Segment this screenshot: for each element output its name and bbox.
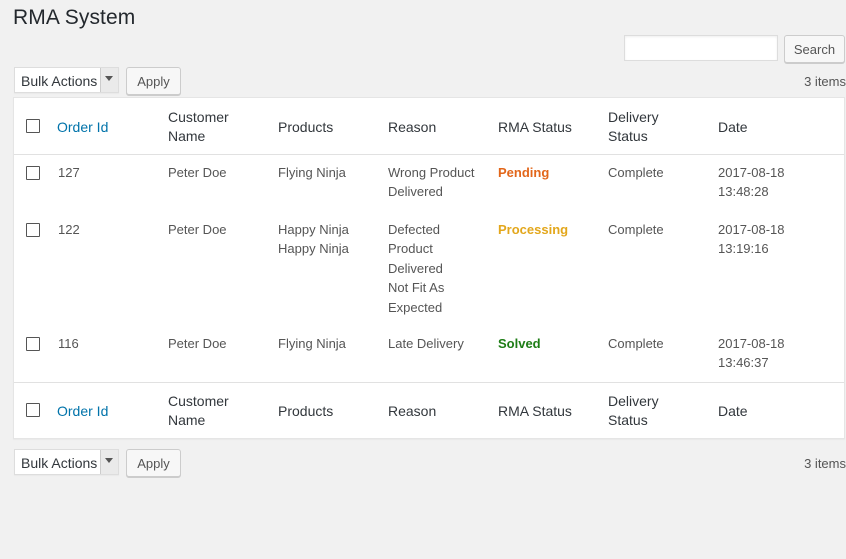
- column-date: Date: [718, 403, 748, 419]
- reason-line: Wrong Product: [388, 165, 475, 180]
- table-row: 116 Peter Doe Flying Ninja Late Delivery…: [14, 325, 844, 382]
- reason-line: Delivered: [388, 184, 443, 199]
- table-header-row: Order Id Customer Name Products Reason R…: [14, 98, 844, 155]
- search-input[interactable]: [624, 35, 778, 61]
- column-products: Products: [278, 119, 334, 135]
- reason-line: Delivered: [388, 261, 443, 276]
- column-delivery-status-line1: Delivery: [608, 393, 659, 409]
- table-row: 122 Peter Doe Happy Ninja Happy Ninja De…: [14, 211, 844, 325]
- date-line: 2017-08-18: [718, 165, 785, 180]
- reason-line: Late Delivery: [388, 336, 464, 351]
- reason-line: Not Fit As: [388, 280, 445, 295]
- chevron-down-icon: [105, 458, 113, 463]
- column-rma-status: RMA Status: [498, 119, 572, 135]
- table-footer-row: Order Id Customer Name Products Reason R…: [14, 382, 844, 439]
- product: Happy Ninja: [278, 241, 349, 256]
- product: Flying Ninja: [278, 165, 346, 180]
- customer-name: Peter Doe: [168, 336, 227, 351]
- date-line: 2017-08-18: [718, 336, 785, 351]
- column-order-id[interactable]: Order Id: [57, 402, 108, 421]
- customer-name: Peter Doe: [168, 165, 227, 180]
- delivery-status: Complete: [608, 336, 664, 351]
- column-reason: Reason: [388, 119, 437, 135]
- table-row: 127 Peter Doe Flying Ninja Wrong Product…: [14, 154, 844, 211]
- rma-status-badge: Solved: [498, 336, 541, 351]
- bulk-actions-select[interactable]: Bulk Actions: [14, 67, 119, 93]
- tablenav-bottom: Bulk Actions Apply 3 items: [14, 449, 846, 477]
- reason-line: Defected: [388, 222, 441, 237]
- apply-button[interactable]: Apply: [126, 449, 181, 477]
- dropdown-arrow-box: [100, 450, 118, 474]
- search-button[interactable]: Search: [784, 35, 845, 63]
- row-checkbox[interactable]: [26, 166, 40, 180]
- order-id: 127: [58, 165, 80, 180]
- customer-name: Peter Doe: [168, 222, 227, 237]
- column-delivery-status-line1: Delivery: [608, 109, 659, 125]
- time-line: 13:19:16: [718, 241, 769, 256]
- delivery-status: Complete: [608, 165, 664, 180]
- column-products: Products: [278, 403, 334, 419]
- reason-line: Expected: [388, 300, 443, 315]
- bulk-actions-select[interactable]: Bulk Actions: [14, 449, 119, 475]
- column-delivery-status-line2: Status: [608, 412, 648, 428]
- tablenav-top: Bulk Actions Apply 3 items: [14, 67, 846, 95]
- row-checkbox[interactable]: [26, 337, 40, 351]
- column-customer-name-line2: Name: [168, 128, 206, 144]
- column-rma-status: RMA Status: [498, 403, 572, 419]
- select-all-checkbox[interactable]: [26, 119, 40, 133]
- time-line: 13:46:37: [718, 355, 769, 370]
- time-line: 13:48:28: [718, 184, 769, 199]
- rma-status-badge: Processing: [498, 222, 569, 237]
- order-id: 116: [58, 336, 79, 351]
- product: Happy Ninja: [278, 222, 349, 237]
- reason-line: Product: [388, 241, 433, 256]
- row-checkbox[interactable]: [26, 223, 40, 237]
- column-customer-name-line1: Customer: [168, 393, 229, 409]
- column-customer-name-line1: Customer: [168, 109, 229, 125]
- column-date: Date: [718, 119, 748, 135]
- rma-status-badge: Pending: [498, 165, 550, 180]
- column-customer-name-line2: Name: [168, 412, 206, 428]
- bulk-actions-label: Bulk Actions: [21, 73, 98, 89]
- column-reason: Reason: [388, 403, 437, 419]
- rma-table: Order Id Customer Name Products Reason R…: [13, 97, 845, 439]
- bulk-actions-label: Bulk Actions: [21, 455, 98, 471]
- items-count: 3 items: [804, 456, 846, 471]
- product: Flying Ninja: [278, 336, 346, 351]
- items-count: 3 items: [804, 74, 846, 89]
- page-title: RMA System: [13, 6, 136, 29]
- chevron-down-icon: [105, 76, 113, 81]
- apply-button[interactable]: Apply: [126, 67, 181, 95]
- dropdown-arrow-box: [100, 68, 118, 92]
- select-all-checkbox-footer[interactable]: [26, 403, 40, 417]
- column-delivery-status-line2: Status: [608, 128, 648, 144]
- date-line: 2017-08-18: [718, 222, 785, 237]
- column-order-id[interactable]: Order Id: [57, 118, 108, 137]
- delivery-status: Complete: [608, 222, 664, 237]
- order-id: 122: [58, 222, 80, 237]
